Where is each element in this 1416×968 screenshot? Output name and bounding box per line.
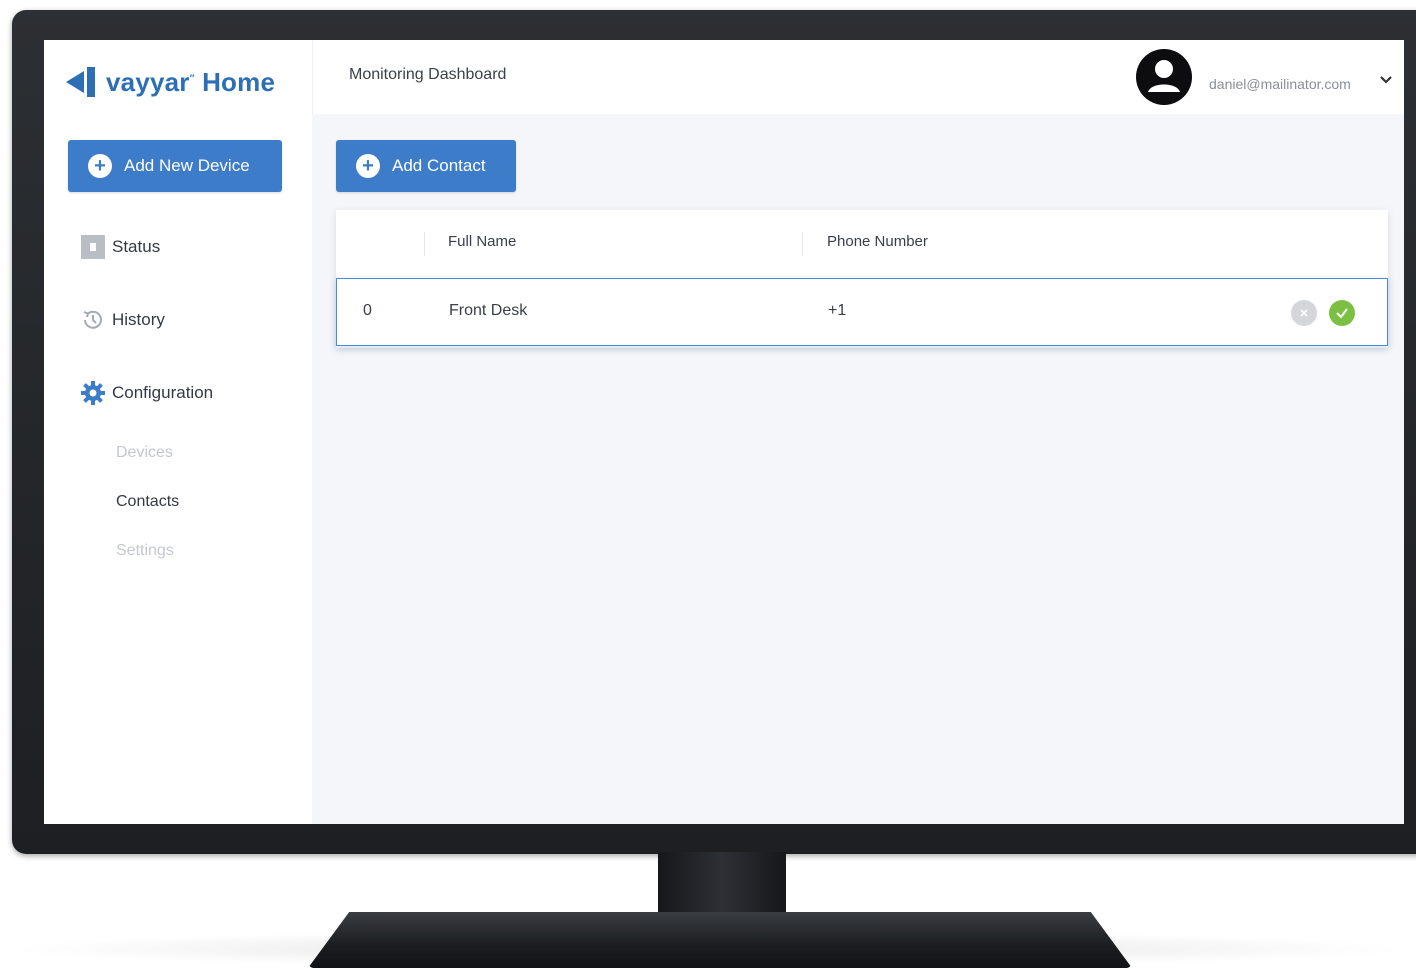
history-icon [80, 307, 106, 333]
top-bar: Monitoring Dashboard daniel@mailinator.c… [312, 40, 1404, 114]
phone-number-cell[interactable]: +1 [828, 302, 846, 320]
sidebar-subitem-devices[interactable]: Devices [116, 444, 173, 462]
sidebar-item-configuration[interactable]: Configuration [80, 380, 213, 406]
brand-name-text: vayyar [106, 66, 190, 97]
column-separator [424, 232, 425, 256]
brand-logo[interactable]: vayyar″ Home [66, 62, 275, 102]
page-title: Monitoring Dashboard [349, 66, 507, 83]
plus-circle-icon: + [88, 154, 112, 178]
full-name-cell[interactable]: Front Desk [449, 302, 527, 320]
contacts-table: Full Name Phone Number 0 Front Desk +1 [336, 210, 1388, 348]
add-contact-label: Add Contact [392, 156, 486, 175]
monitor-screen: vayyar″ Home + Add New Device Status His… [44, 40, 1404, 824]
cancel-edit-button[interactable] [1291, 300, 1317, 326]
monitor-stand-neck [658, 852, 786, 922]
column-header-phone-number[interactable]: Phone Number [827, 233, 928, 250]
chevron-down-icon[interactable] [1379, 72, 1393, 90]
brand-name: vayyar″ Home [106, 66, 276, 97]
gear-icon [80, 380, 106, 406]
table-row[interactable]: 0 Front Desk +1 [336, 278, 1388, 346]
sidebar-item-status[interactable]: Status [80, 234, 160, 260]
sidebar-item-label: History [112, 310, 165, 329]
sidebar-item-label: Configuration [112, 383, 214, 402]
column-separator [802, 232, 803, 256]
sidebar-item-label: Status [112, 237, 161, 256]
column-header-full-name[interactable]: Full Name [448, 233, 516, 250]
plus-circle-icon: + [356, 154, 380, 178]
sidebar: vayyar″ Home + Add New Device Status His… [44, 40, 312, 824]
add-new-device-label: Add New Device [124, 156, 250, 175]
monitor-stand-base [308, 912, 1132, 968]
brand-product-text: Home [202, 66, 276, 97]
user-email[interactable]: daniel@mailinator.com [1209, 76, 1351, 92]
close-icon [1300, 309, 1308, 317]
confirm-edit-button[interactable] [1329, 300, 1355, 326]
check-icon [1336, 308, 1348, 319]
sidebar-item-history[interactable]: History [80, 307, 165, 333]
sidebar-subitem-settings[interactable]: Settings [116, 542, 174, 560]
add-new-device-button[interactable]: + Add New Device [68, 140, 282, 192]
sidebar-subitem-contacts[interactable]: Contacts [116, 493, 179, 511]
vayyar-logo-icon [66, 67, 95, 97]
table-header: Full Name Phone Number [336, 210, 1388, 278]
row-index: 0 [363, 302, 372, 319]
account-circle-icon[interactable] [1135, 48, 1193, 111]
add-contact-button[interactable]: + Add Contact [336, 140, 516, 192]
status-square-icon [80, 234, 106, 260]
